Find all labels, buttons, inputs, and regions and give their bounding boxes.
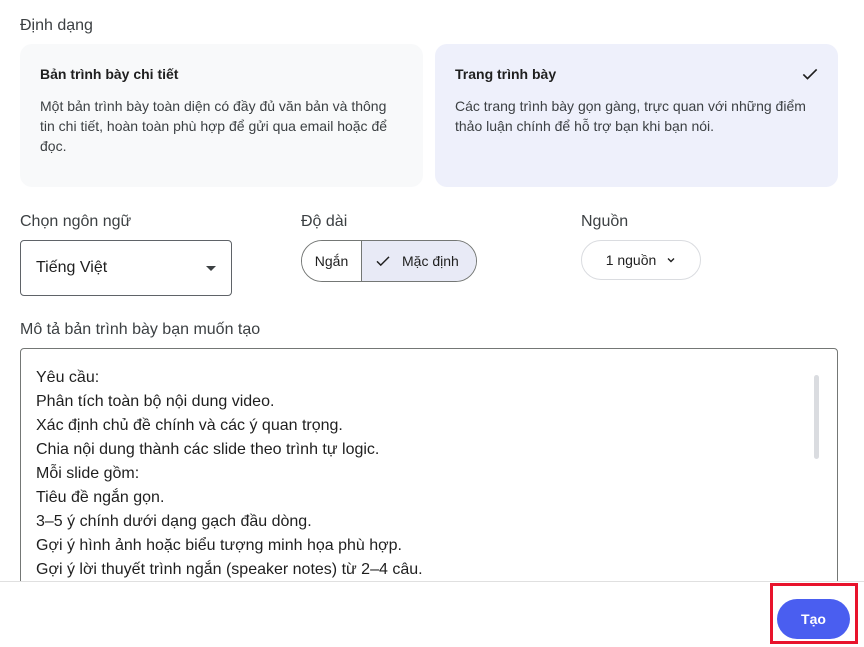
prompt-line: Xác định chủ đề chính và các ý quan trọn… (36, 417, 343, 434)
format-card-slides-description: Các trang trình bày gọn gàng, trực quan … (455, 98, 806, 134)
chevron-down-icon (667, 258, 675, 263)
prompt-text: Yêu cầu: Phân tích toàn bộ nội dung vide… (36, 366, 423, 582)
length-label: Độ dài (301, 213, 348, 230)
format-label: Định dạng (20, 17, 93, 34)
prompt-label: Mô tả bản trình bày bạn muốn tạo (20, 321, 261, 338)
format-card-detailed[interactable]: Bản trình bày chi tiết Một bản trình bày… (20, 44, 423, 187)
length-option-default-label: Mặc định (402, 253, 459, 269)
language-select[interactable]: Tiếng Việt (20, 240, 232, 296)
length-option-short-label: Ngắn (314, 253, 349, 269)
length-option-default[interactable]: Mặc định (362, 241, 476, 281)
prompt-line: 3–5 ý chính dưới dạng gạch đầu dòng. (36, 513, 312, 530)
caret-down-icon (206, 266, 216, 271)
prompt-line: Gợi ý hình ảnh hoặc biểu tượng minh họa … (36, 537, 402, 554)
prompt-textarea[interactable]: Yêu cầu: Phân tích toàn bộ nội dung vide… (20, 348, 838, 598)
format-card-detailed-description: Một bản trình bày toàn diện có đầy đủ vă… (40, 98, 388, 154)
format-card-slides-title: Trang trình bày (455, 66, 557, 82)
language-label: Chọn ngôn ngữ (20, 213, 132, 230)
prompt-line: Mỗi slide gồm: (36, 465, 140, 482)
dialog-footer (0, 581, 864, 647)
check-icon (376, 256, 390, 267)
length-option-short[interactable]: Ngắn (302, 241, 362, 281)
check-icon (802, 68, 818, 80)
prompt-line: Phân tích toàn bộ nội dung video. (36, 393, 275, 410)
prompt-line: Gợi ý lời thuyết trình ngắn (speaker not… (36, 561, 423, 578)
sources-label: Nguồn (581, 213, 629, 230)
create-button[interactable]: Tạo (777, 599, 850, 639)
format-card-detailed-title: Bản trình bày chi tiết (40, 66, 179, 82)
prompt-line: Yêu cầu: (36, 369, 100, 386)
sources-value: 1 nguồn (605, 252, 657, 268)
format-card-slides[interactable]: Trang trình bày Các trang trình bày gọn … (435, 44, 838, 187)
language-value: Tiếng Việt (36, 259, 108, 276)
prompt-line: Tiêu đề ngắn gọn. (36, 489, 165, 506)
length-toggle: Ngắn Mặc định (301, 240, 477, 282)
prompt-scrollbar[interactable] (814, 375, 819, 459)
sources-button[interactable]: 1 nguồn (581, 240, 701, 280)
prompt-line: Chia nội dung thành các slide theo trình… (36, 441, 380, 458)
